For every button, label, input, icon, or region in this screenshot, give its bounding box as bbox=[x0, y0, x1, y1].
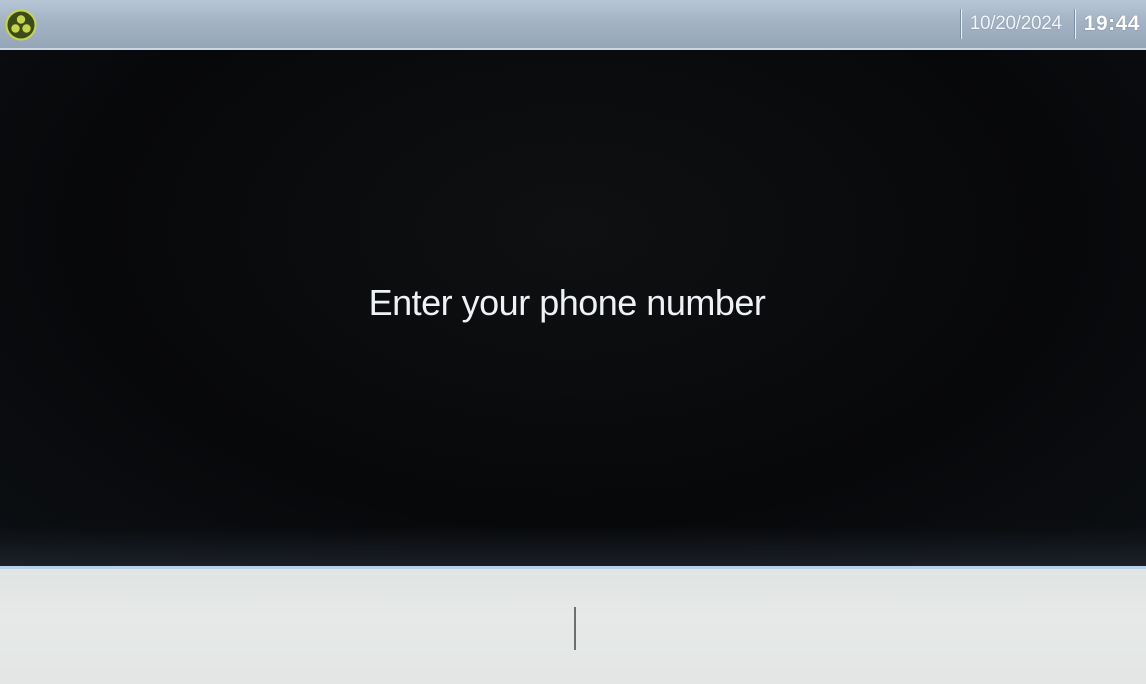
status-clock-area: 10/20/2024 19:44 bbox=[959, 0, 1146, 48]
status-time: 19:44 bbox=[1083, 12, 1140, 35]
kiosk-screen: 10/20/2024 19:44 Enter your phone number bbox=[0, 0, 1146, 684]
phone-number-input[interactable] bbox=[0, 566, 1146, 684]
status-date: 10/20/2024 bbox=[969, 13, 1062, 34]
tri-circle-logo-icon bbox=[5, 9, 37, 41]
text-cursor bbox=[574, 607, 576, 650]
status-divider bbox=[959, 9, 962, 39]
status-divider bbox=[1073, 9, 1076, 39]
main-panel: Enter your phone number bbox=[0, 50, 1146, 566]
status-bar: 10/20/2024 19:44 bbox=[0, 0, 1146, 50]
enter-phone-prompt: Enter your phone number bbox=[368, 282, 766, 323]
prompt-row: Enter your phone number bbox=[0, 282, 1146, 324]
